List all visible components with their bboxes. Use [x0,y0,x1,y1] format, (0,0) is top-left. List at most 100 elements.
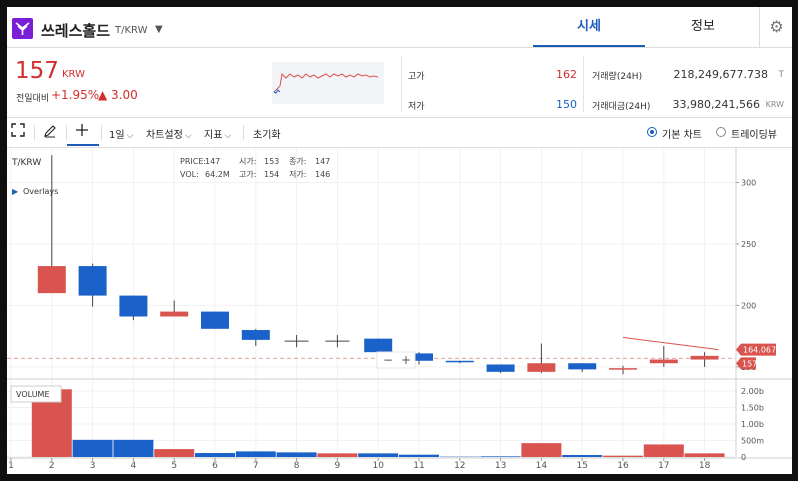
candle-body [649,359,678,364]
price-unit: KRW [62,69,85,80]
fullscreen-icon[interactable] [11,123,25,140]
coin-name[interactable]: 쓰레스홀드 [41,20,110,41]
volume-24h-label: 거래량(24H) [592,72,643,82]
x-tick-label: 3 [90,461,96,471]
divider [101,125,102,140]
divider [583,56,584,112]
volume-tick-label: 1.00b [741,420,764,429]
overlays-caret-icon[interactable]: ▶ [12,187,19,196]
candle-body [568,363,597,370]
legend-close: 147 [315,157,330,166]
legend-vol: 64.2M [205,170,230,179]
x-tick-label: 8 [294,461,300,471]
candle-body [119,295,148,317]
volume-bar [643,444,684,457]
amount-24h-unit: KRW [765,100,784,109]
zoom-controls: − + [376,351,416,369]
volume-bar [562,455,603,457]
volume-bar [113,439,154,457]
quote-panel: 157 KRW 전일대비 +1.95% ▲ 3.00 고가 162 저가 150… [7,48,792,118]
x-tick-label: 16 [617,461,629,471]
candle-body [690,355,719,360]
volume-bar [399,454,439,457]
crosshair-icon[interactable] [75,123,89,140]
price-tick-label: 250 [741,240,756,249]
candle [325,334,350,348]
low-label: 저가 [408,102,425,112]
zoom-in-icon[interactable]: + [401,353,411,367]
indicators-menu[interactable]: 지표 ⌵ [204,126,231,141]
tool-active-underline [67,144,99,146]
candle-body [609,368,637,370]
x-tick-label: 12 [454,461,465,471]
tradingview-label: 트레이딩뷰 [731,130,777,141]
app-frame: 쓰레스홀드 T/KRW ▼ 시세 정보 ⚙ 157 KRW 전일대비 +1.95… [7,7,792,474]
overlays-toggle[interactable]: Overlays [23,187,58,196]
tab-info[interactable]: 정보 [647,7,759,47]
x-tick-label: 14 [536,461,548,471]
legend-open-label: 시가: [239,157,256,166]
price-tick-label: 300 [741,178,756,187]
volume-bar [154,449,195,457]
radio-selected[interactable] [647,127,657,137]
candle [690,352,719,367]
candle [486,364,515,374]
x-tick-label: 11 [413,461,424,471]
volume-bar [603,455,643,457]
period-select[interactable]: 1일 ⌵ [109,126,133,141]
radio-unselected[interactable] [716,127,726,137]
change-percent: +1.95% [51,88,100,102]
settings-gear-icon[interactable]: ⚙ [759,7,792,47]
candle [119,295,148,321]
x-tick-label: 10 [372,461,384,471]
legend-open: 153 [264,157,279,166]
chevron-down-icon: ⌵ [224,131,232,141]
chart-settings-menu[interactable]: 차트설정 ⌵ [146,126,192,141]
volume-tick-label: 2.00b [741,387,764,396]
basic-chart-label: 기본 차트 [662,130,702,141]
reset-button[interactable]: 초기화 [253,126,281,141]
volume-bar [317,453,358,457]
candle-body [201,311,229,329]
x-tick-label: 6 [212,461,218,471]
current-price-label: 157 [742,359,757,368]
chart-pair-label: T/KRW [11,158,41,168]
x-tick-label: 13 [495,461,506,471]
candle [201,311,229,329]
chevron-down-icon: ⌵ [184,131,192,141]
x-tick-label: 9 [335,461,341,471]
candle-body [445,360,474,363]
zoom-out-icon[interactable]: − [383,353,393,367]
candle-body [364,338,393,353]
x-tick-label: 2 [49,461,55,471]
divider [34,125,35,140]
legend-price: 147 [205,157,220,166]
x-tick-label: 15 [576,461,587,471]
legend-high-label: 고가: [239,170,256,179]
x-tick-label: 1 [8,461,14,471]
x-tick-label: 5 [171,461,177,471]
volume-tick-label: 1.50b [741,403,764,412]
ohlc-legend: PRICE: 147 시가: 153 종가: 147 VOL: 64.2M 고가… [180,157,330,179]
amount-24h-value: 33,980,241,566 [672,98,760,111]
volume-bar [195,453,235,457]
change-label: 전일대비 [16,94,50,104]
high-value: 162 [556,68,577,81]
volume-24h-value: 218,249,677.738 [673,68,768,81]
legend-low: 146 [315,170,330,179]
candle [568,363,597,372]
candle [527,343,556,374]
price-chart[interactable]: 1502002503000500m1.00b1.50b2.00b12345678… [7,148,792,474]
coin-select-caret-icon[interactable]: ▼ [155,24,163,35]
tab-price[interactable]: 시세 [533,7,645,47]
candle [649,346,678,367]
draw-pencil-icon[interactable] [43,124,57,141]
candle-body [78,266,107,296]
legend-low-label: 저가: [289,170,306,179]
volume-bar [276,452,317,457]
volume-tick-label: 500m [741,436,764,445]
legend-high: 154 [264,170,279,179]
legend-vol-label: VOL: [180,170,199,179]
period-label: 1일 [109,130,125,141]
coin-pair[interactable]: T/KRW [115,25,147,36]
